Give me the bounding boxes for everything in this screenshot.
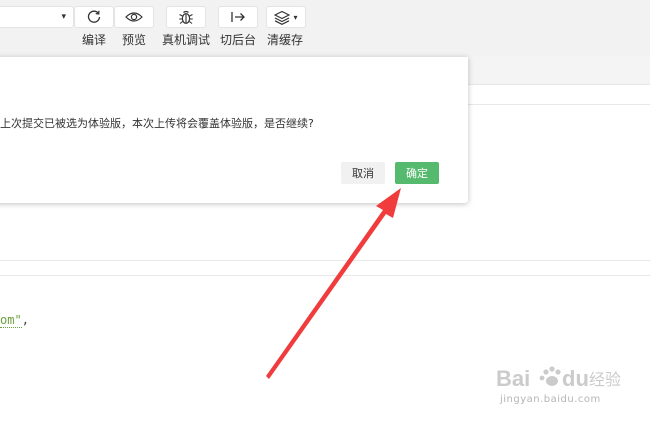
clear-cache-label: 清缓存 xyxy=(267,33,304,47)
svg-text:Bai: Bai xyxy=(496,366,530,391)
confirm-dialog: 上次提交已被选为体验版，本次上传将会覆盖体验版，是否继续? 取消 确定 xyxy=(0,57,468,203)
compile-label: 编译 xyxy=(82,33,107,47)
code-string: om" xyxy=(0,313,22,328)
bug-icon xyxy=(178,9,194,25)
divider xyxy=(0,260,650,261)
code-punct: , xyxy=(21,313,29,327)
preview-button[interactable] xyxy=(114,6,154,28)
switch-background-icon xyxy=(230,10,246,24)
preview-label: 预览 xyxy=(122,33,147,47)
svg-text:du: du xyxy=(562,366,589,391)
chevron-down-icon: ▾ xyxy=(61,12,66,22)
baidu-jingyan-logo: Bai du 经验 xyxy=(496,366,621,391)
switch-background-button[interactable] xyxy=(218,6,258,28)
remote-debug-label: 真机调试 xyxy=(162,33,211,47)
dialog-message: 上次提交已被选为体验版，本次上传将会覆盖体验版，是否继续? xyxy=(0,117,314,130)
watermark-url: jingyan.baidu.com xyxy=(500,394,601,405)
divider xyxy=(0,275,650,276)
clear-cache-button[interactable]: ▾ xyxy=(266,6,306,28)
cancel-button[interactable]: 取消 xyxy=(341,162,385,184)
mode-select[interactable]: ▾ xyxy=(0,6,74,28)
code-line: om", xyxy=(0,313,29,328)
compile-button[interactable] xyxy=(74,6,114,28)
chevron-down-icon: ▾ xyxy=(293,12,298,22)
remote-debug-button[interactable] xyxy=(166,6,206,28)
switch-background-label: 切后台 xyxy=(220,33,257,47)
layers-icon xyxy=(274,10,291,25)
watermark: Bai du 经验 jingyan.baidu.com xyxy=(494,362,624,412)
svg-text:经验: 经验 xyxy=(589,370,621,389)
toolbar: ▾ ▾ 编译 预览 真机调试 切后台 清缓存 xyxy=(0,0,650,56)
refresh-icon xyxy=(86,9,102,25)
eye-icon xyxy=(125,10,143,24)
confirm-button[interactable]: 确定 xyxy=(395,162,439,184)
